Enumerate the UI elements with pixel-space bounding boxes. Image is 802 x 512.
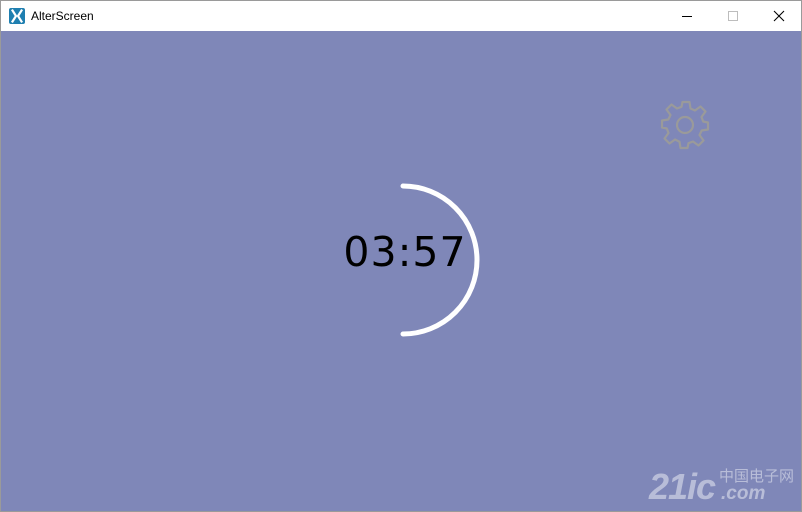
watermark-number: 21ic: [649, 466, 716, 507]
app-x-icon: [9, 8, 25, 24]
app-window: AlterScreen 03:57 21ic 中国电子网 .com: [0, 0, 802, 512]
close-icon: [773, 10, 785, 22]
watermark: 21ic 中国电子网 .com: [649, 467, 799, 507]
settings-button[interactable]: [659, 99, 711, 151]
title-bar[interactable]: AlterScreen: [1, 1, 801, 31]
minimize-icon: [682, 16, 692, 17]
gear-icon: [660, 100, 710, 150]
window-title: AlterScreen: [31, 9, 94, 23]
maximize-icon: [728, 11, 738, 21]
maximize-button[interactable]: [710, 1, 756, 31]
main-content: 03:57 21ic 中国电子网 .com: [1, 31, 801, 511]
watermark-domain: .com: [721, 483, 766, 504]
minimize-button[interactable]: [664, 1, 710, 31]
timer-display: 03:57: [343, 228, 467, 276]
close-button[interactable]: [756, 1, 801, 31]
